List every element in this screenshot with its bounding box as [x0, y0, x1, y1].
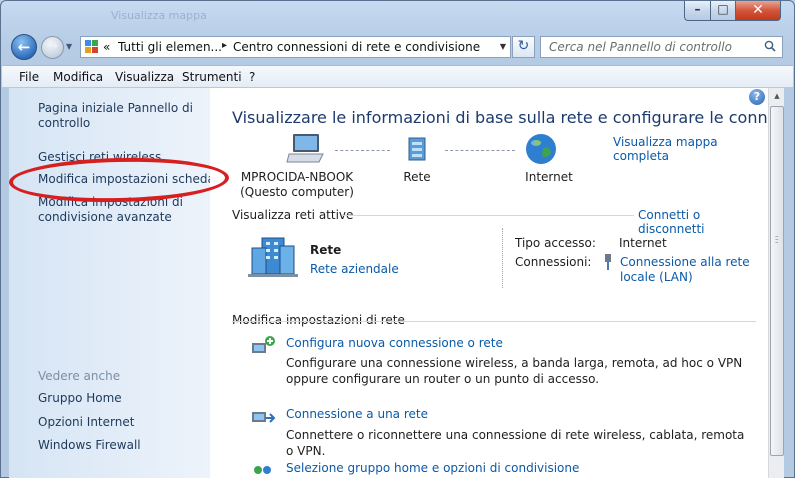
- change-settings-title: Modifica impostazioni di rete: [232, 313, 405, 327]
- menu-modifica[interactable]: Modifica: [53, 70, 103, 84]
- menu-file[interactable]: File: [19, 70, 39, 84]
- connect-network-desc: Connettere o riconnettere una connession…: [286, 428, 745, 458]
- breadcrumb-separator-icon[interactable]: ▸: [222, 40, 227, 51]
- connections-label: Connessioni:: [515, 255, 592, 269]
- forward-button[interactable]: →: [41, 36, 64, 59]
- sidebar-link-internet-options[interactable]: Opzioni Internet: [38, 415, 134, 430]
- access-type-value: Internet: [619, 236, 667, 250]
- scroll-thumb[interactable]: – – –: [770, 106, 784, 456]
- connection-line: [335, 150, 390, 151]
- address-dropdown-icon[interactable]: ▼: [500, 42, 506, 51]
- maximize-button[interactable]: □: [710, 1, 736, 21]
- help-icon[interactable]: ?: [749, 89, 765, 105]
- address-overflow-chevron[interactable]: «: [103, 40, 110, 54]
- menu-visualizza[interactable]: Visualizza: [115, 70, 174, 84]
- see-also-heading: Vedere anche: [38, 369, 121, 383]
- access-type-label: Tipo accesso:: [515, 236, 596, 250]
- search-input[interactable]: [549, 40, 749, 54]
- network-name: Rete: [310, 243, 342, 257]
- sidebar: Pagina iniziale Pannello di controllo Ge…: [9, 88, 215, 478]
- sidebar-link-windows-firewall[interactable]: Windows Firewall: [38, 438, 141, 453]
- vertical-scrollbar[interactable]: ▲ – – –: [768, 88, 784, 478]
- control-panel-icon: [85, 40, 99, 54]
- back-arrow-icon: ←: [17, 38, 31, 56]
- address-bar[interactable]: « Tutti gli elemen... ▸ Centro connessio…: [80, 36, 511, 58]
- homegroup-sharing-link[interactable]: Selezione gruppo home e opzioni di condi…: [286, 461, 579, 475]
- sidebar-link-control-panel-home[interactable]: Pagina iniziale Pannello di controllo: [38, 101, 198, 131]
- minimize-icon: –: [694, 2, 701, 16]
- search-icon[interactable]: [764, 40, 776, 52]
- network-type-link[interactable]: Rete aziendale: [310, 262, 399, 276]
- connection-line: [445, 150, 515, 151]
- section-divider: [232, 321, 756, 322]
- setup-connection-link[interactable]: Configura nuova connessione o rete: [286, 336, 503, 350]
- new-connection-icon: [252, 336, 275, 353]
- section-divider: [342, 215, 634, 216]
- close-icon: ✕: [752, 2, 764, 18]
- vertical-divider: [502, 228, 503, 288]
- search-box[interactable]: [540, 36, 783, 58]
- menu-strumenti[interactable]: Strumenti: [182, 70, 242, 84]
- page-title: Visualizzare le informazioni di base sul…: [232, 108, 768, 127]
- connect-network-icon: [252, 412, 276, 423]
- main-content: ? Visualizzare le informazioni di base s…: [210, 88, 768, 478]
- maximize-icon: □: [717, 2, 729, 16]
- connect-network-link[interactable]: Connessione a una rete: [286, 407, 428, 421]
- refresh-icon: ↻: [517, 38, 530, 54]
- close-button[interactable]: ✕: [735, 1, 781, 21]
- window-title: Visualizza mappa: [111, 9, 207, 22]
- computer-icon: [286, 134, 324, 163]
- work-network-icon: [248, 237, 298, 277]
- grip-icon: – – –: [775, 232, 779, 246]
- internet-label: Internet: [525, 170, 573, 184]
- sidebar-link-homegroup[interactable]: Gruppo Home: [38, 391, 122, 406]
- computer-name: MPROCIDA-NBOOK (Questo computer): [240, 170, 354, 199]
- breadcrumb-all-items[interactable]: Tutti gli elemen...: [118, 40, 222, 54]
- setup-connection-desc: Configurare una connessione wireless, a …: [286, 356, 743, 386]
- network-icon: [408, 137, 426, 161]
- ethernet-icon: [605, 254, 611, 270]
- recent-pages-dropdown-icon[interactable]: ▼: [66, 42, 72, 51]
- menu-bar: File Modifica Visualizza Strumenti ?: [2, 65, 793, 87]
- minimize-button[interactable]: –: [684, 1, 711, 21]
- forward-arrow-icon: →: [47, 39, 58, 54]
- lan-connection-link[interactable]: Connessione alla rete locale (LAN): [620, 255, 750, 285]
- refresh-button[interactable]: ↻: [512, 36, 535, 58]
- scroll-up-icon[interactable]: ▲: [769, 88, 785, 104]
- full-map-link[interactable]: Visualizza mappa completa: [613, 135, 768, 163]
- back-button[interactable]: ←: [11, 34, 37, 60]
- homegroup-icon: [254, 466, 271, 474]
- connect-disconnect-link[interactable]: Connetti o disconnetti: [638, 208, 768, 236]
- control-panel-window: Visualizza mappa – □ ✕ ← → ▼ « Tutti gli…: [0, 0, 795, 478]
- active-networks-title: Visualizza reti attive: [232, 208, 354, 222]
- breadcrumb-network-center[interactable]: Centro connessioni di rete e condivision…: [233, 40, 480, 54]
- globe-icon: [526, 134, 556, 164]
- menu-help[interactable]: ?: [249, 70, 255, 84]
- network-label: Rete: [403, 170, 431, 184]
